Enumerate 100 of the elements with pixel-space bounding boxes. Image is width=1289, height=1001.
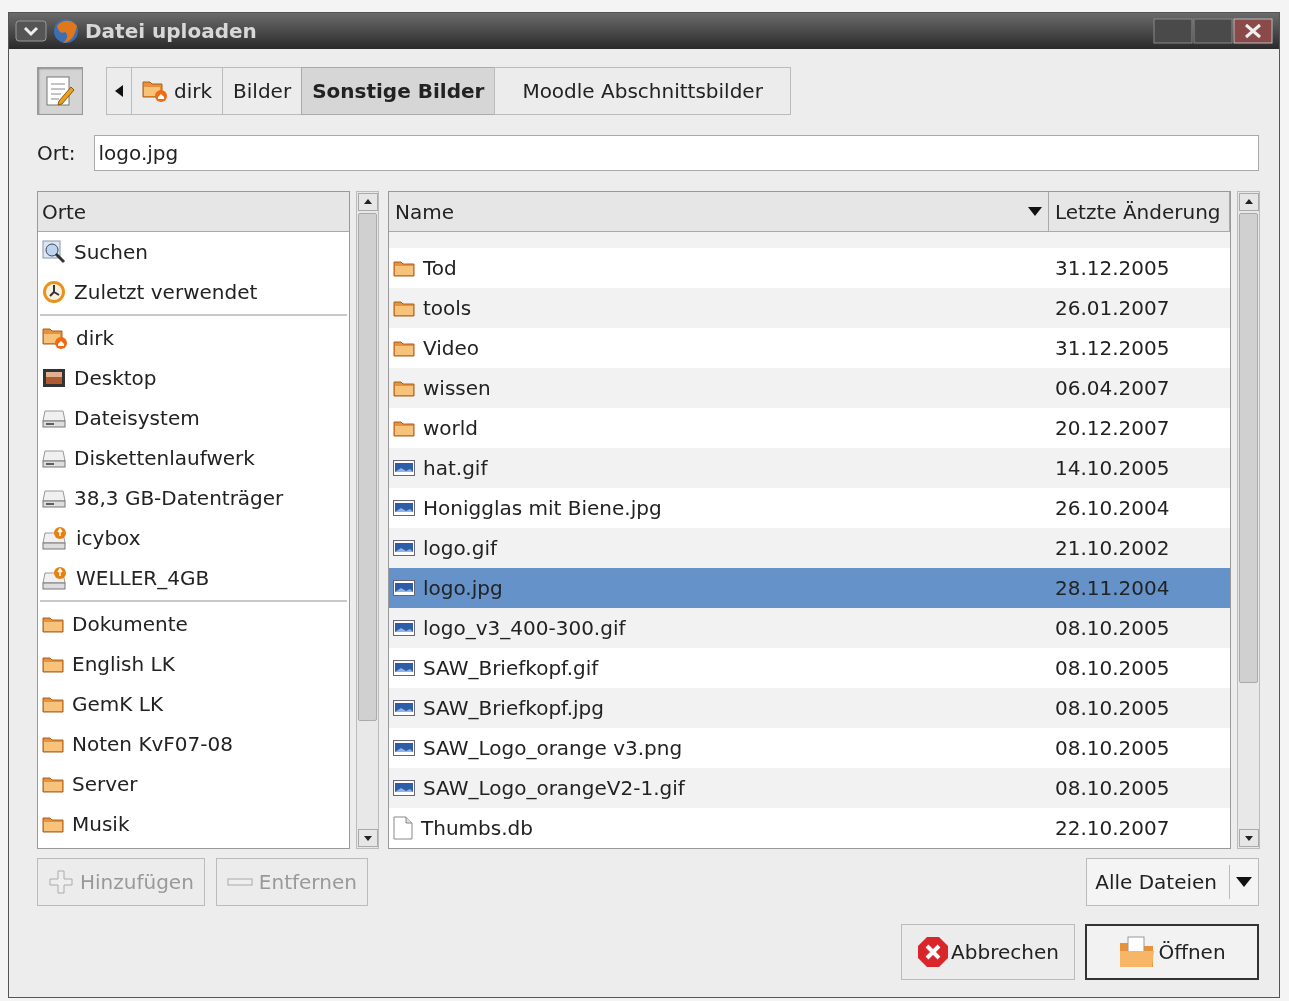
path-segment-button[interactable]: Bilder <box>222 67 303 115</box>
clock-icon <box>42 280 66 304</box>
file-row[interactable]: logo.jpg 28.11.2004 <box>389 568 1230 608</box>
file-row[interactable]: SAW_Logo_orangeV2-1.gif 08.10.2005 <box>389 768 1230 808</box>
drive-icon <box>42 488 66 508</box>
folder-icon <box>393 339 415 357</box>
file-name: Tod <box>423 256 457 280</box>
file-row[interactable]: world 20.12.2007 <box>389 408 1230 448</box>
open-folder-icon <box>1118 935 1157 969</box>
place-item[interactable]: Musik <box>38 804 349 844</box>
folder-icon <box>42 815 64 833</box>
file-name: wissen <box>423 376 491 400</box>
file-row[interactable]: SAW_Logo_orange v3.png 08.10.2005 <box>389 728 1230 768</box>
location-field[interactable]: logo.jpg <box>93 135 1259 171</box>
window-title: Datei uploaden <box>85 19 257 43</box>
scroll-left-button[interactable] <box>106 67 132 115</box>
open-button[interactable]: Öffnen <box>1085 924 1259 980</box>
folder-icon <box>42 735 64 753</box>
modified-date: 31.12.2005 <box>1054 256 1170 280</box>
place-item[interactable]: Diskettenlaufwerk <box>38 438 349 478</box>
places-header[interactable]: Orte <box>38 192 349 232</box>
column-header[interactable]: Name <box>389 192 1049 231</box>
file-row[interactable]: hat.gif 14.10.2005 <box>389 448 1230 488</box>
file-name: SAW_Logo_orange v3.png <box>423 736 683 760</box>
image-file-icon <box>393 540 415 556</box>
folder-icon <box>393 259 415 277</box>
window-menu-icon[interactable] <box>15 19 47 43</box>
path-segment-button[interactable]: Sonstige Bilder <box>301 67 496 115</box>
location-label: Ort: <box>37 141 76 165</box>
place-item[interactable]: icybox <box>38 518 349 558</box>
modified-date: 08.10.2005 <box>1054 696 1170 720</box>
folder-icon <box>42 655 64 673</box>
path-segment-button[interactable]: Moodle Abschnittsbilder <box>494 67 791 115</box>
file-row[interactable]: Honigglas mit Biene.jpg 26.10.2004 <box>389 488 1230 528</box>
place-item[interactable]: Zuletzt verwendet <box>38 272 349 312</box>
place-item[interactable]: GemK LK <box>38 684 349 724</box>
file-name: Video <box>423 336 480 360</box>
modified-date: 08.10.2005 <box>1054 736 1170 760</box>
dropdown-arrow-icon <box>1236 877 1252 887</box>
scrollbar[interactable] <box>356 191 379 849</box>
folder-icon <box>393 299 415 317</box>
place-item[interactable]: dirk <box>38 318 349 358</box>
file-name: world <box>423 416 479 440</box>
document-icon <box>393 816 413 840</box>
modified-date: 21.10.2002 <box>1054 536 1170 560</box>
image-file-icon <box>393 740 415 756</box>
path-segment-button[interactable]: dirk <box>131 67 224 115</box>
place-item[interactable]: English LK <box>38 644 349 684</box>
modified-date: 06.04.2007 <box>1054 376 1170 400</box>
place-item[interactable]: Dokumente <box>38 604 349 644</box>
notepad-pencil-icon <box>45 75 75 107</box>
drive-icon <box>42 408 66 428</box>
place-item[interactable]: Noten KvF07-08 <box>38 724 349 764</box>
image-file-icon <box>393 700 415 716</box>
modified-date: 28.11.2004 <box>1054 576 1170 600</box>
column-header[interactable]: Letzte Änderung <box>1049 192 1230 231</box>
place-item[interactable]: Desktop <box>38 358 349 398</box>
file-row[interactable]: SAW_Briefkopf.jpg 08.10.2005 <box>389 688 1230 728</box>
place-item[interactable]: 38,3 GB-Datenträger <box>38 478 349 518</box>
folder-icon <box>42 615 64 633</box>
image-file-icon <box>393 660 415 676</box>
file-name: logo.gif <box>423 536 498 560</box>
folder-icon <box>42 775 64 793</box>
place-item[interactable]: Server <box>38 764 349 804</box>
file-row[interactable]: logo.gif 21.10.2002 <box>389 528 1230 568</box>
drive-icon <box>42 448 66 468</box>
file-name: logo_v3_400-300.gif <box>423 616 626 640</box>
file-name: logo.jpg <box>423 576 503 600</box>
place-item[interactable]: Suchen <box>38 232 349 272</box>
file-type-dropdown[interactable]: Alle Dateien <box>1086 858 1259 906</box>
place-item[interactable]: WELLER_4GB <box>38 558 349 598</box>
file-row[interactable]: Thumbs.db 22.10.2007 <box>389 808 1230 848</box>
window-controls-icon[interactable] <box>1153 18 1273 44</box>
file-row[interactable]: Tod 31.12.2005 <box>389 248 1230 288</box>
modified-date: 14.10.2005 <box>1054 456 1170 480</box>
file-name: hat.gif <box>423 456 488 480</box>
home-folder-icon <box>142 79 168 103</box>
file-row[interactable]: wissen 06.04.2007 <box>389 368 1230 408</box>
edit-location-toggle[interactable] <box>37 67 83 115</box>
modified-date: 22.10.2007 <box>1054 816 1170 840</box>
file-name: Thumbs.db <box>421 816 533 840</box>
scrollbar[interactable] <box>1237 191 1260 849</box>
cancel-button[interactable]: Abbrechen <box>901 924 1075 980</box>
image-file-icon <box>393 620 415 636</box>
modified-date: 08.10.2005 <box>1054 776 1170 800</box>
modified-date: 08.10.2005 <box>1054 656 1170 680</box>
file-name: SAW_Briefkopf.jpg <box>423 696 604 720</box>
image-file-icon <box>393 580 415 596</box>
desktop-icon <box>42 367 66 389</box>
file-row[interactable]: Video 31.12.2005 <box>389 328 1230 368</box>
usb-drive-icon <box>42 566 68 590</box>
modified-date: 20.12.2007 <box>1054 416 1170 440</box>
place-item[interactable]: Dateisystem <box>38 398 349 438</box>
modified-date: 08.10.2005 <box>1054 616 1170 640</box>
file-row[interactable]: tools 26.01.2007 <box>389 288 1230 328</box>
file-row[interactable]: SAW_Briefkopf.gif 08.10.2005 <box>389 648 1230 688</box>
file-row[interactable]: logo_v3_400-300.gif 08.10.2005 <box>389 608 1230 648</box>
file-name: SAW_Logo_orangeV2-1.gif <box>423 776 685 800</box>
file-name: tools <box>423 296 472 320</box>
cancel-icon <box>917 936 950 968</box>
